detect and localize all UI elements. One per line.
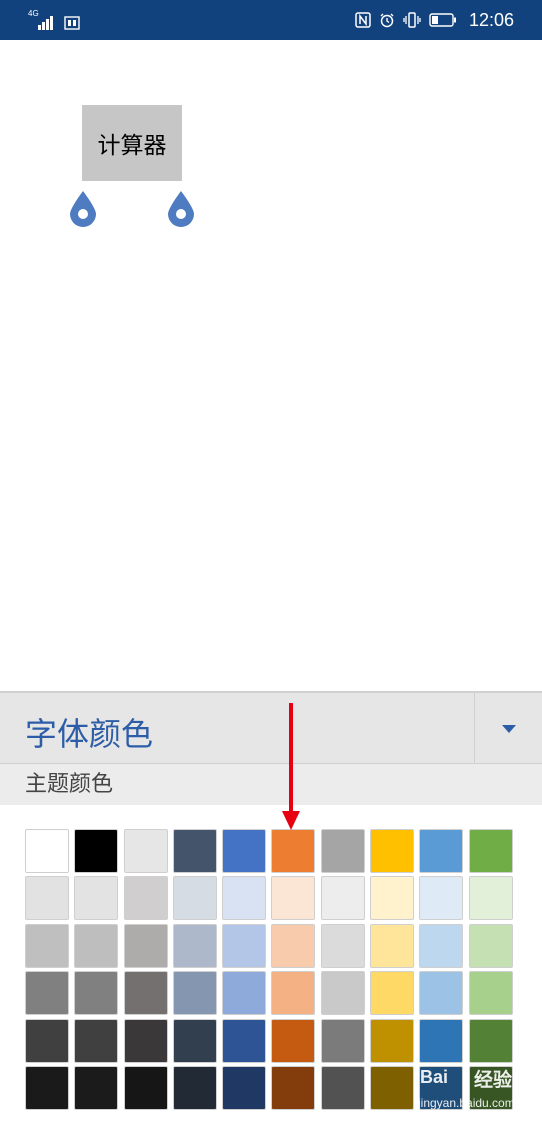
network-type: 4G (28, 9, 39, 18)
signal-icon: 4G (28, 9, 56, 30)
watermark-logo: Bai (420, 1067, 449, 1087)
status-bar: 4G 12:06 (0, 0, 542, 40)
color-swatch[interactable] (123, 1018, 168, 1063)
color-swatch[interactable] (370, 1065, 415, 1110)
color-swatch[interactable] (320, 1065, 365, 1110)
chevron-down-icon (501, 724, 516, 733)
theme-colors-label: 主题颜色 (0, 764, 542, 805)
color-swatch[interactable] (222, 1065, 267, 1110)
color-swatch[interactable] (123, 971, 168, 1016)
color-swatch[interactable] (123, 876, 168, 921)
color-swatch[interactable] (271, 876, 316, 921)
color-swatch[interactable] (74, 829, 119, 873)
color-swatch[interactable] (25, 1018, 69, 1063)
color-swatch[interactable] (74, 1065, 119, 1110)
color-swatch[interactable] (25, 829, 69, 873)
color-swatch[interactable] (370, 971, 415, 1016)
color-swatch[interactable] (123, 1065, 168, 1110)
color-swatch[interactable] (271, 1065, 316, 1110)
color-swatch[interactable] (370, 829, 415, 873)
color-swatch[interactable] (468, 923, 513, 968)
color-swatch[interactable] (320, 1018, 365, 1063)
font-color-panel: 字体颜色 主题颜色 (0, 691, 542, 1125)
selection-handle-right-icon[interactable] (167, 190, 195, 228)
color-swatch[interactable] (74, 1018, 119, 1063)
color-swatch[interactable] (419, 923, 464, 968)
clock: 12:06 (468, 9, 514, 30)
color-swatch[interactable] (320, 923, 365, 968)
color-swatch[interactable] (271, 971, 316, 1016)
hd-call-icon (64, 16, 80, 30)
color-swatch[interactable] (222, 876, 267, 921)
color-swatch[interactable] (172, 923, 217, 968)
color-swatch[interactable] (123, 923, 168, 968)
collapse-panel-button[interactable] (474, 693, 542, 764)
selected-text-box[interactable]: 计算器 (82, 105, 182, 181)
annotation-arrow-icon (282, 703, 300, 830)
nfc-icon (355, 12, 371, 28)
color-swatch[interactable] (468, 829, 513, 873)
color-swatch[interactable] (74, 876, 119, 921)
status-right: 12:06 (355, 0, 514, 40)
color-swatch[interactable] (25, 923, 69, 968)
watermark-url: jingyan.baidu.com (418, 1096, 515, 1110)
color-swatch[interactable] (172, 829, 217, 873)
color-swatch[interactable] (370, 876, 415, 921)
color-swatch[interactable] (419, 971, 464, 1016)
watermark-name: 经验 (474, 1070, 513, 1091)
color-swatch[interactable] (74, 923, 119, 968)
color-swatch[interactable] (222, 971, 267, 1016)
color-swatch[interactable] (370, 1018, 415, 1063)
color-swatch[interactable] (370, 923, 415, 968)
color-swatch[interactable] (271, 1018, 316, 1063)
color-swatch[interactable] (222, 1018, 267, 1063)
color-swatch[interactable] (74, 971, 119, 1016)
color-swatch[interactable] (419, 876, 464, 921)
panel-header: 字体颜色 (0, 691, 542, 764)
color-swatch[interactable] (172, 876, 217, 921)
color-swatch[interactable] (172, 971, 217, 1016)
color-swatch[interactable] (320, 829, 365, 873)
panel-title: 字体颜色 (25, 715, 154, 753)
color-swatch[interactable] (172, 1065, 217, 1110)
watermark: Bai 经验 jingyan.baidu.com (418, 1064, 518, 1114)
vibrate-icon (403, 12, 421, 28)
color-swatch[interactable] (271, 923, 316, 968)
color-swatch[interactable] (172, 1018, 217, 1063)
status-left: 4G (28, 10, 80, 30)
color-swatch[interactable] (419, 829, 464, 873)
color-swatch[interactable] (25, 1065, 69, 1110)
selection-handle-left-icon[interactable] (69, 190, 97, 228)
color-swatch[interactable] (123, 829, 168, 873)
color-swatch[interactable] (222, 829, 267, 873)
document-canvas[interactable]: 计算器 (0, 40, 542, 691)
color-swatch[interactable] (320, 876, 365, 921)
color-swatch[interactable] (320, 971, 365, 1016)
color-swatch[interactable] (25, 971, 69, 1016)
color-swatch[interactable] (468, 876, 513, 921)
color-swatch[interactable] (468, 1018, 513, 1063)
battery-icon (429, 13, 456, 27)
color-swatch[interactable] (271, 829, 316, 873)
alarm-icon (380, 13, 394, 28)
color-swatch[interactable] (468, 971, 513, 1016)
color-swatch[interactable] (222, 923, 267, 968)
color-swatch[interactable] (419, 1018, 464, 1063)
color-swatch[interactable] (25, 876, 69, 921)
